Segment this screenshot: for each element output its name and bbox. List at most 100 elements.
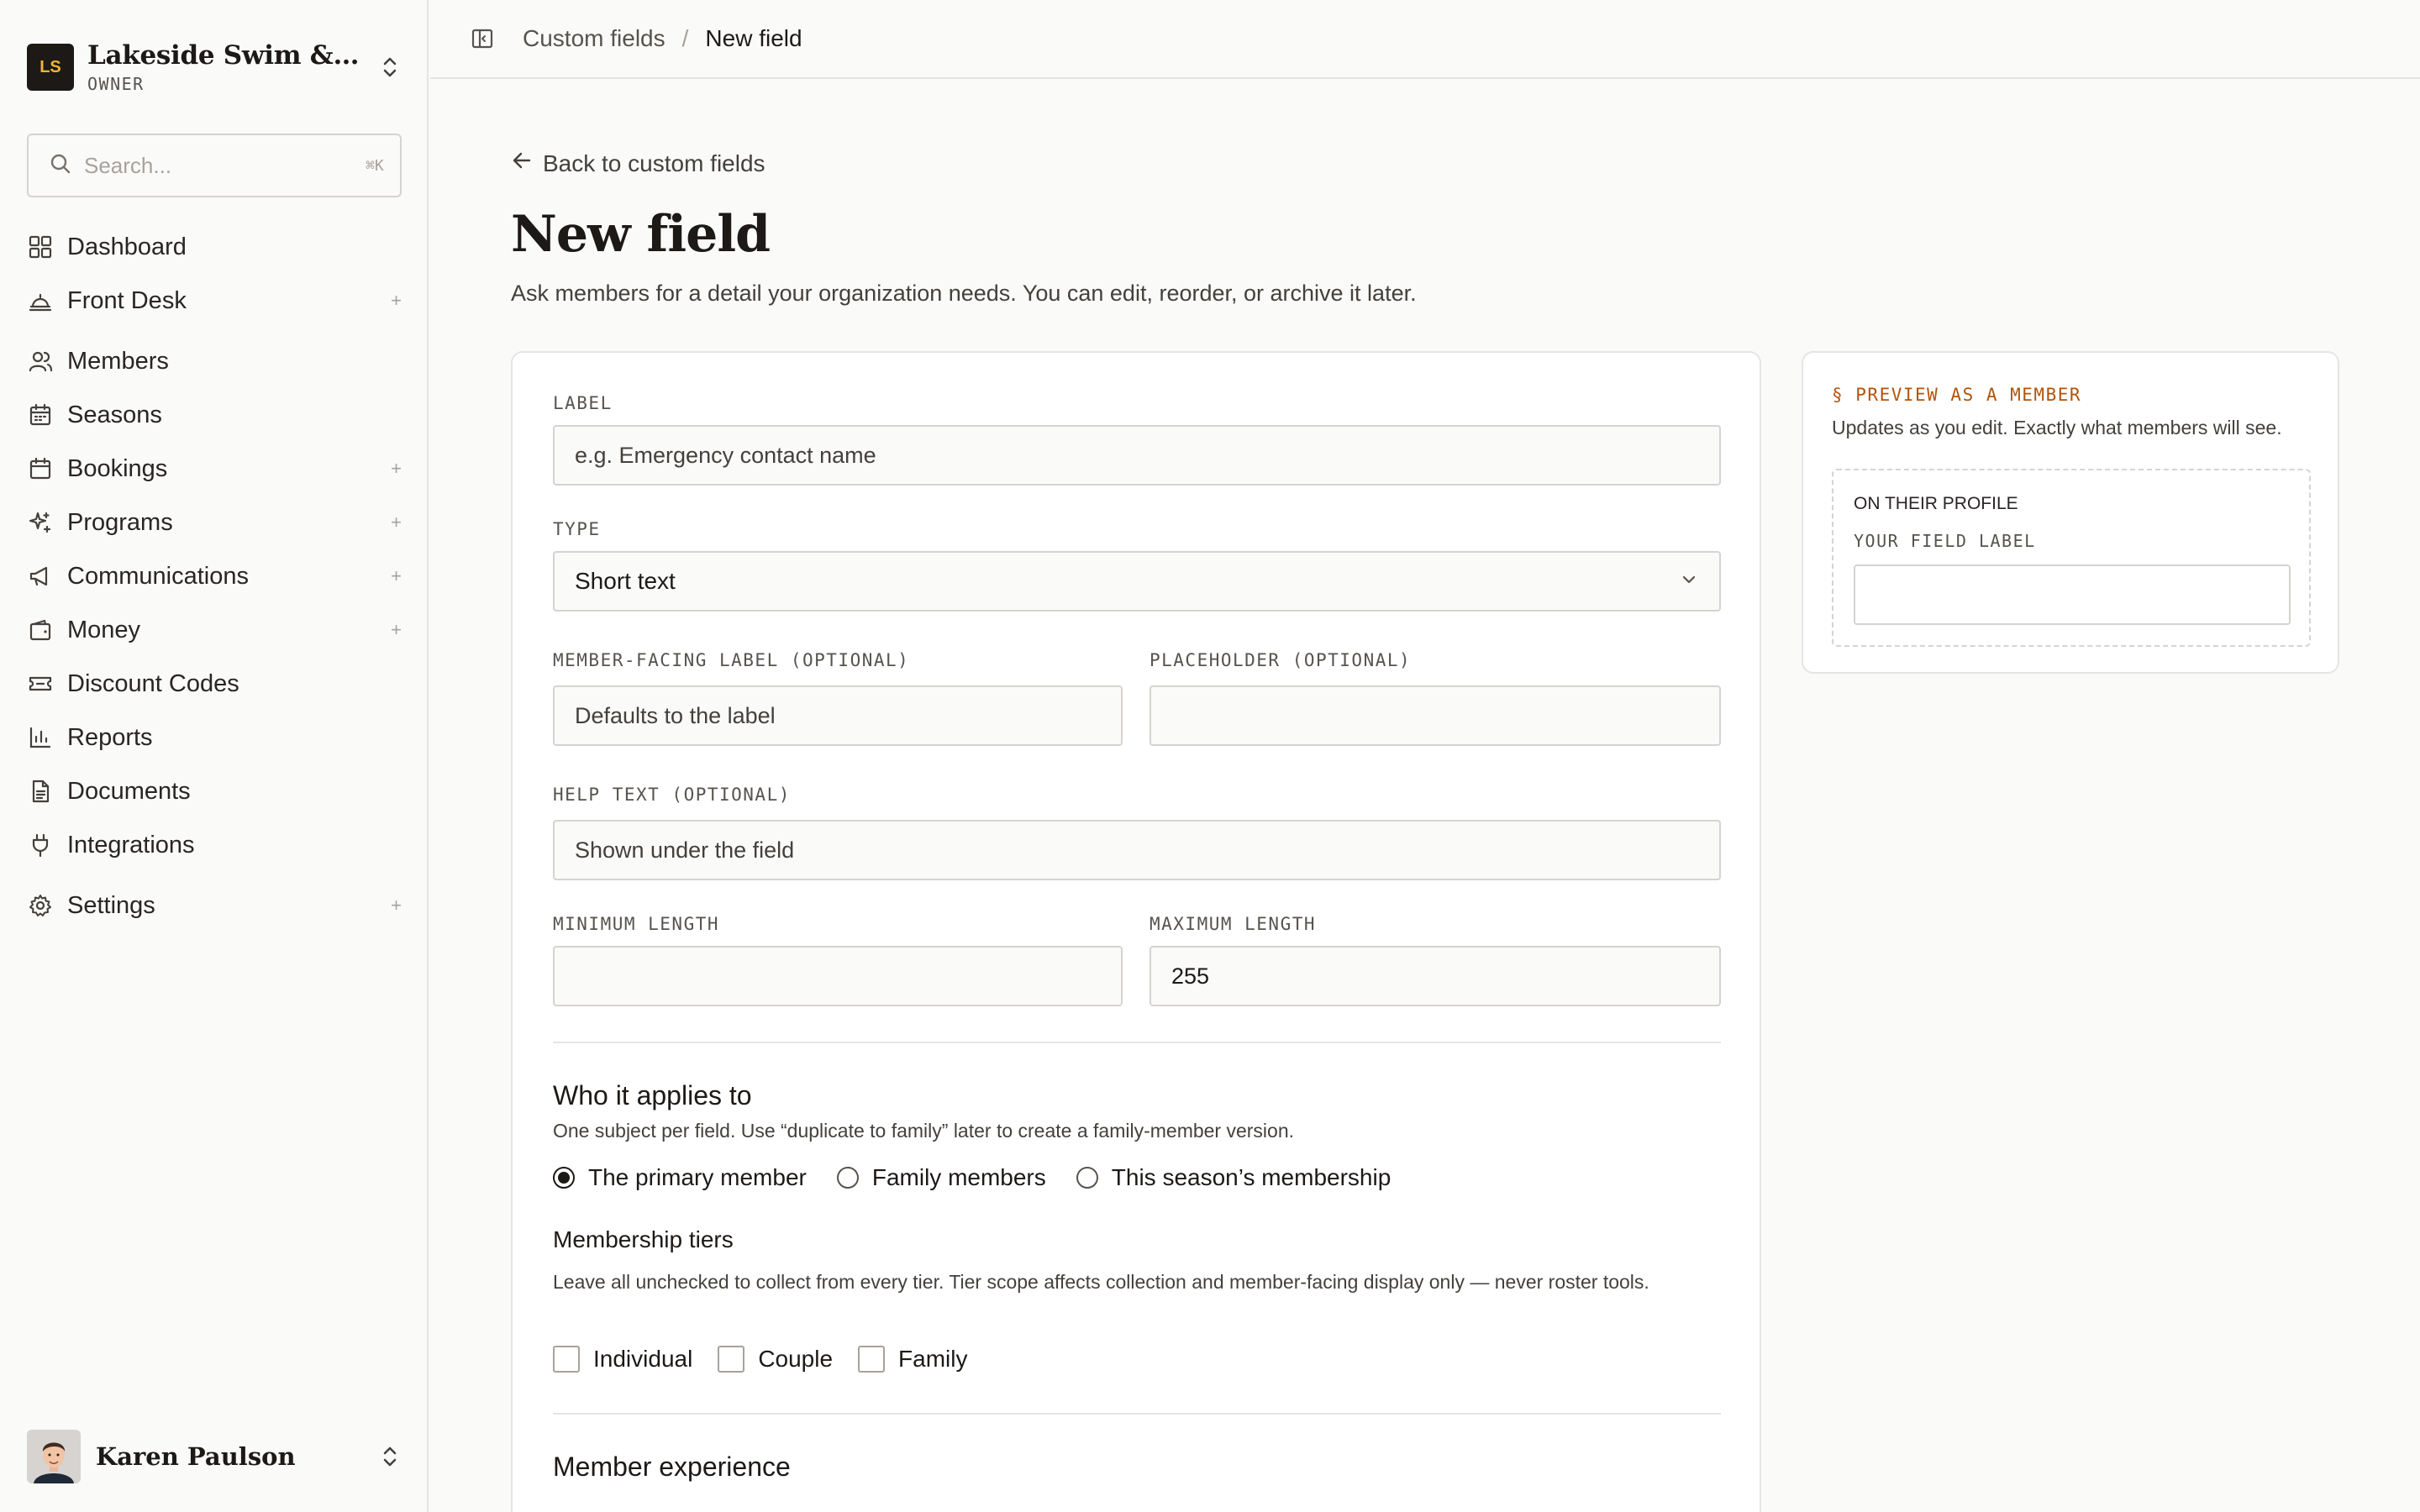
preview-section-label: ON THEIR PROFILE bbox=[1854, 494, 2018, 513]
radio-primary-member[interactable]: The primary member bbox=[553, 1164, 807, 1191]
org-switcher[interactable]: LS Lakeside Swim & Tennis Club OWNER bbox=[27, 40, 402, 94]
label-field[interactable] bbox=[553, 425, 1721, 486]
member-label-field[interactable] bbox=[553, 685, 1123, 746]
sidebar-item-front-desk[interactable]: Front Desk + bbox=[27, 274, 402, 328]
search-box[interactable]: ⌘K bbox=[27, 134, 402, 197]
sidebar-item-money[interactable]: Money + bbox=[27, 603, 402, 657]
gear-icon bbox=[27, 892, 54, 919]
expand-icon[interactable]: + bbox=[391, 290, 402, 312]
calendar-icon bbox=[27, 402, 54, 428]
min-length-field-label: MINIMUM LENGTH bbox=[553, 914, 720, 934]
sidebar-item-label: Communications bbox=[67, 562, 249, 590]
preview-title: § PREVIEW AS A MEMBER bbox=[1832, 385, 2082, 405]
checkbox-icon bbox=[718, 1346, 745, 1373]
top-bar: Custom fields / New field bbox=[430, 0, 2420, 79]
label-input[interactable] bbox=[575, 442, 1699, 469]
sidebar-item-label: Integrations bbox=[67, 831, 195, 858]
placeholder-field[interactable] bbox=[1150, 685, 1721, 746]
megaphone-icon bbox=[27, 563, 54, 590]
type-field-label: TYPE bbox=[553, 519, 601, 539]
sidebar-item-integrations[interactable]: Integrations bbox=[27, 818, 402, 872]
sidebar-item-label: Bookings bbox=[67, 454, 168, 482]
min-length-field[interactable] bbox=[553, 946, 1123, 1006]
section-divider bbox=[553, 1042, 1721, 1043]
sidebar-item-settings[interactable]: Settings + bbox=[27, 879, 402, 932]
max-length-field-label: MAXIMUM LENGTH bbox=[1150, 914, 1317, 934]
checkbox-label: Individual bbox=[593, 1346, 693, 1372]
sidebar-item-reports[interactable]: Reports bbox=[27, 711, 402, 764]
member-label-input[interactable] bbox=[575, 702, 1101, 729]
help-text-input[interactable] bbox=[575, 837, 1699, 864]
sidebar-item-bookings[interactable]: Bookings + bbox=[27, 442, 402, 496]
sparkles-icon bbox=[27, 509, 54, 536]
radio-season-membership[interactable]: This season’s membership bbox=[1076, 1164, 1391, 1191]
preview-field-input bbox=[1854, 564, 2291, 625]
radio-family-members[interactable]: Family members bbox=[836, 1164, 1046, 1191]
user-name: Karen Paulson bbox=[96, 1442, 296, 1471]
org-name: Lakeside Swim & Tennis Club bbox=[87, 40, 365, 71]
radio-unselected-icon bbox=[1076, 1167, 1098, 1189]
sidebar-item-dashboard[interactable]: Dashboard bbox=[27, 220, 402, 274]
breadcrumb-current: New field bbox=[705, 25, 802, 51]
expand-icon[interactable]: + bbox=[391, 458, 402, 480]
checkbox-icon bbox=[553, 1346, 580, 1373]
applies-radio-group: The primary member Family members This s… bbox=[553, 1164, 1421, 1191]
preview-field-label: YOUR FIELD LABEL bbox=[1854, 531, 2036, 551]
org-logo: LS bbox=[27, 44, 74, 91]
breadcrumb: Custom fields / New field bbox=[523, 25, 802, 52]
radio-selected-icon bbox=[553, 1167, 575, 1189]
chevron-up-down-icon[interactable] bbox=[378, 52, 402, 82]
sidebar-item-discount-codes[interactable]: Discount Codes bbox=[27, 657, 402, 711]
expand-icon[interactable]: + bbox=[391, 565, 402, 587]
checkbox-label: Family bbox=[898, 1346, 968, 1372]
sidebar-item-label: Dashboard bbox=[67, 233, 187, 260]
document-icon bbox=[27, 778, 54, 805]
sidebar-item-documents[interactable]: Documents bbox=[27, 764, 402, 818]
back-link[interactable]: Back to custom fields bbox=[511, 150, 765, 177]
tiers-heading: Membership tiers bbox=[553, 1226, 734, 1252]
sidebar-nav: Dashboard Front Desk + Members Seasons B… bbox=[27, 220, 402, 932]
placeholder-field-label: PLACEHOLDER (OPTIONAL) bbox=[1150, 650, 1412, 670]
sidebar-item-members[interactable]: Members bbox=[27, 334, 402, 388]
checkbox-family[interactable]: Family bbox=[858, 1346, 968, 1373]
applies-note: One subject per field. Use “duplicate to… bbox=[553, 1120, 1295, 1142]
preview-profile-box: ON THEIR PROFILE YOUR FIELD LABEL bbox=[1832, 469, 2311, 647]
wallet-icon bbox=[27, 617, 54, 643]
user-menu[interactable]: Karen Paulson bbox=[27, 1428, 402, 1485]
sidebar-item-label: Programs bbox=[67, 508, 173, 536]
type-select[interactable]: Short text bbox=[553, 551, 1721, 612]
checkbox-label: Couple bbox=[758, 1346, 834, 1372]
type-select-value: Short text bbox=[575, 568, 676, 594]
arrow-left-icon bbox=[511, 150, 533, 177]
chevron-up-down-icon[interactable] bbox=[378, 1441, 402, 1472]
expand-icon[interactable]: + bbox=[391, 619, 402, 641]
member-label-field-label: MEMBER-FACING LABEL (OPTIONAL) bbox=[553, 650, 910, 670]
breadcrumb-parent[interactable]: Custom fields bbox=[523, 25, 666, 52]
sidebar-item-label: Reports bbox=[67, 723, 153, 751]
sidebar-item-communications[interactable]: Communications + bbox=[27, 549, 402, 603]
plug-icon bbox=[27, 832, 54, 858]
checkbox-couple[interactable]: Couple bbox=[718, 1346, 833, 1373]
placeholder-input[interactable] bbox=[1171, 702, 1699, 729]
sidebar-item-seasons[interactable]: Seasons bbox=[27, 388, 402, 442]
dashboard-icon bbox=[27, 234, 54, 260]
member-preview-card: § PREVIEW AS A MEMBER Updates as you edi… bbox=[1802, 351, 2339, 674]
checkbox-individual[interactable]: Individual bbox=[553, 1346, 692, 1373]
calendar-check-icon bbox=[27, 455, 54, 482]
tiers-note: Leave all unchecked to collect from ever… bbox=[553, 1271, 1649, 1293]
radio-label: The primary member bbox=[588, 1164, 807, 1190]
expand-icon[interactable]: + bbox=[391, 895, 402, 916]
org-role: OWNER bbox=[87, 74, 145, 94]
max-length-input[interactable] bbox=[1171, 963, 1699, 990]
expand-icon[interactable]: + bbox=[391, 512, 402, 533]
field-form-card: LABEL TYPE Short text MEMBER-FACING LABE… bbox=[511, 351, 1761, 1512]
sidebar-toggle-icon[interactable] bbox=[471, 25, 497, 52]
sidebar-item-programs[interactable]: Programs + bbox=[27, 496, 402, 549]
sidebar-item-label: Documents bbox=[67, 777, 191, 805]
min-length-input[interactable] bbox=[575, 963, 1101, 990]
search-input[interactable] bbox=[84, 152, 366, 179]
users-icon bbox=[27, 348, 54, 375]
max-length-field[interactable] bbox=[1150, 946, 1721, 1006]
help-text-field[interactable] bbox=[553, 820, 1721, 880]
sidebar-item-label: Seasons bbox=[67, 401, 162, 428]
